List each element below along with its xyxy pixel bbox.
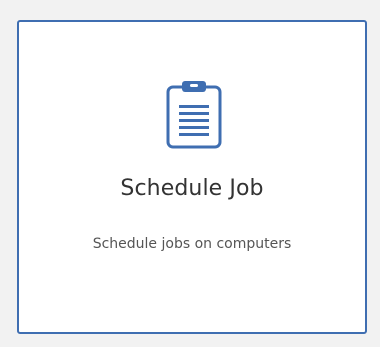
card-title: Schedule Job [120,176,264,201]
card-description: Schedule jobs on computers [92,236,292,252]
clipboard-icon [163,80,225,150]
schedule-job-card[interactable]: Schedule Job Schedule jobs on computers [17,20,367,334]
